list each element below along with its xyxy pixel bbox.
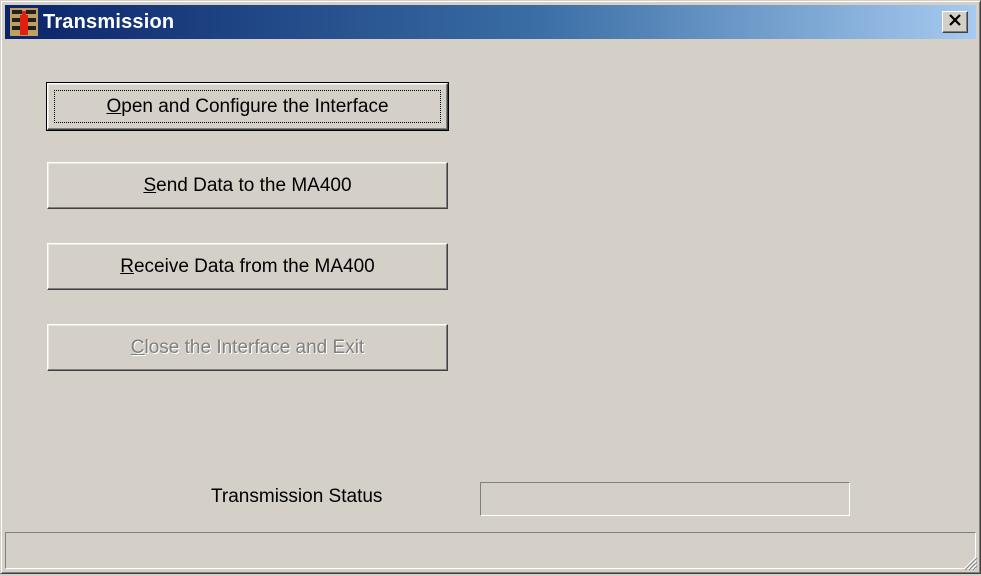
app-icon (9, 7, 39, 37)
status-bar (5, 532, 976, 569)
title-bar[interactable]: Transmission (5, 5, 976, 39)
button-label: Close the Interface and Exit (130, 336, 365, 358)
open-configure-interface-button[interactable]: Open and Configure the Interface (46, 82, 449, 131)
close-icon (948, 13, 962, 31)
transmission-status-label: Transmission Status (211, 486, 383, 507)
window-title: Transmission (43, 10, 175, 33)
resize-grip-icon[interactable] (960, 553, 978, 571)
close-button[interactable] (942, 11, 968, 33)
close-interface-exit-button: Close the Interface and Exit (47, 324, 448, 371)
transmission-status-field (480, 482, 850, 516)
transmission-window: Transmission Open and Configure the Inte… (0, 0, 981, 574)
button-label: Send Data to the MA400 (143, 174, 352, 196)
button-label: Receive Data from the MA400 (120, 255, 375, 277)
send-data-button[interactable]: Send Data to the MA400 (47, 162, 448, 209)
button-label: Open and Configure the Interface (106, 95, 389, 117)
receive-data-button[interactable]: Receive Data from the MA400 (47, 243, 448, 290)
